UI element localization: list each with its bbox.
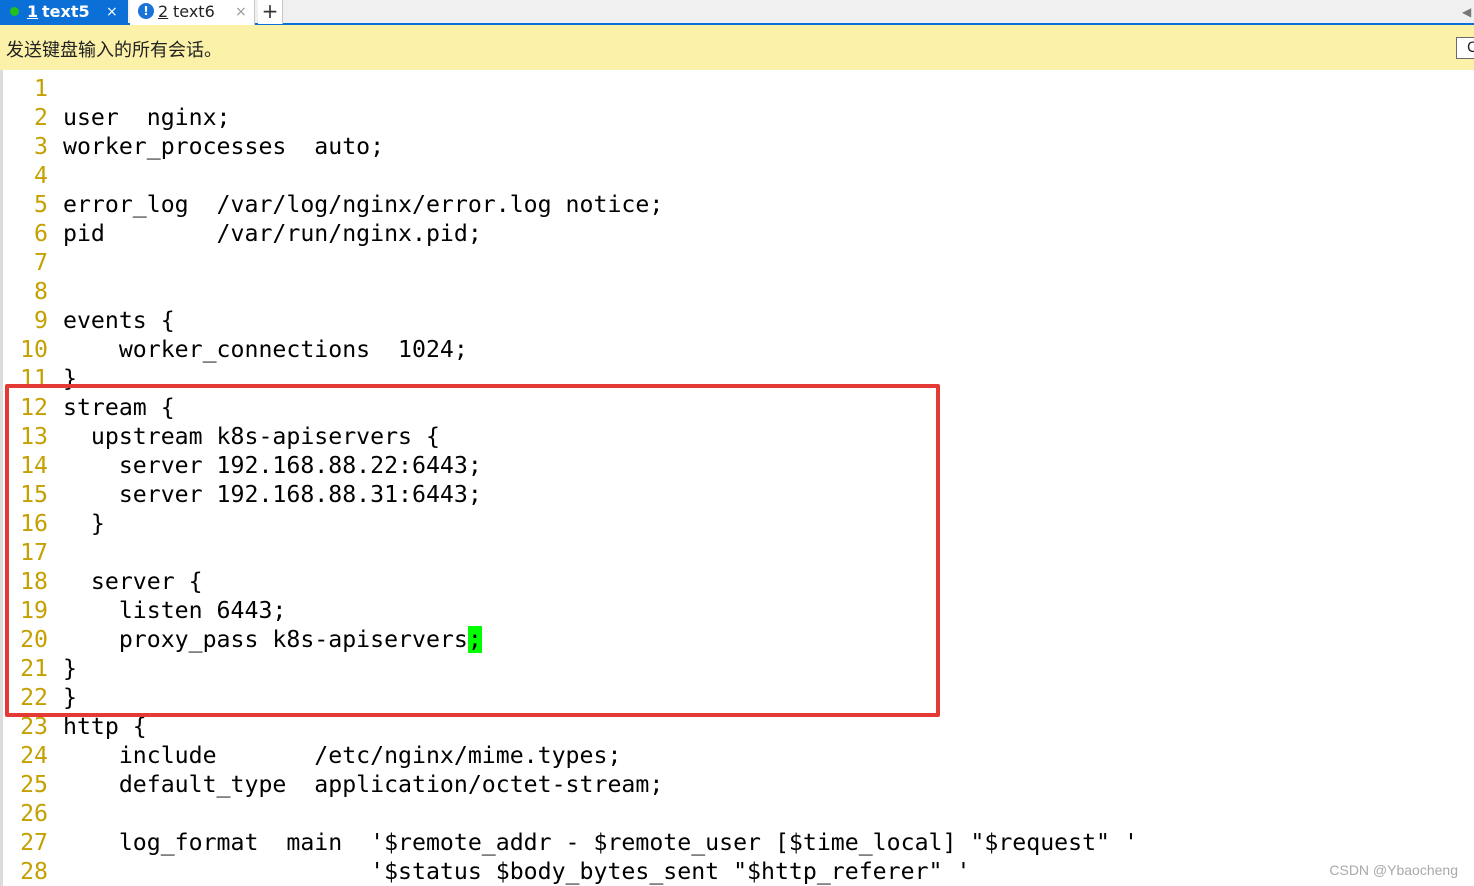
line-number: 1	[34, 75, 48, 102]
line-text: default_type application/octet-stream;	[63, 770, 663, 799]
line-number: 25	[20, 771, 48, 798]
line-number: 24	[20, 742, 48, 769]
watermark: CSDN @Ybaocheng	[1329, 862, 1458, 878]
line-text: worker_processes auto;	[63, 132, 384, 161]
line-number: 4	[34, 162, 48, 189]
line-number: 10	[20, 336, 48, 363]
line-number: 26	[20, 800, 48, 827]
text-editor[interactable]: 1 2 user nginx; 3 worker_processes auto; 4 5 er…	[0, 70, 1474, 886]
line-text: include /etc/nginx/mime.types;	[63, 741, 622, 770]
line-content: log_format main '$remote_addr - $remote_…	[63, 829, 1138, 856]
line-content: '$status $body_bytes_sent "$http_referer…	[63, 858, 971, 885]
line-content: user nginx;	[63, 104, 231, 131]
line-number: 5	[34, 191, 48, 218]
tab-bar: 1 text5 × ! 2 text6 × + ◀	[0, 0, 1474, 25]
line-number: 2	[34, 104, 48, 131]
line-text: user nginx;	[63, 103, 231, 132]
line-content: events {	[63, 307, 175, 334]
line-content: worker_connections 1024;	[63, 336, 468, 363]
line-number: 6	[34, 220, 48, 247]
chevron-left-icon[interactable]: ◀	[1462, 3, 1474, 21]
line-number: 28	[20, 858, 48, 885]
line-content: http {	[63, 713, 147, 740]
line-content: pid /var/run/nginx.pid;	[63, 220, 482, 247]
tab-number: 2	[158, 2, 169, 21]
line-text: events {	[63, 306, 175, 335]
tab-label: text6	[173, 2, 215, 21]
tab-number: 1	[27, 2, 39, 21]
line-content: include /etc/nginx/mime.types;	[63, 742, 622, 769]
tab-text6[interactable]: ! 2 text6 ×	[130, 0, 255, 25]
connected-status-icon	[10, 7, 19, 16]
line-number: 27	[20, 829, 48, 856]
line-text: worker_connections 1024;	[63, 335, 468, 364]
close-tab-icon[interactable]: ×	[106, 0, 118, 24]
notice-button[interactable]: C	[1456, 37, 1474, 59]
line-text: pid /var/run/nginx.pid;	[63, 219, 482, 248]
line-number: 3	[34, 133, 48, 160]
new-tab-button[interactable]: +	[258, 0, 283, 24]
line-text: log_format main '$remote_addr - $remote_…	[63, 828, 1138, 857]
line-text: '$status $body_bytes_sent "$http_referer…	[63, 857, 970, 886]
notice-text: 发送键盘输入的所有会话。	[6, 40, 222, 61]
line-content: error_log /var/log/nginx/error.log notic…	[63, 191, 664, 218]
line-text: error_log /var/log/nginx/error.log notic…	[63, 190, 663, 219]
red-highlight-box	[5, 384, 940, 717]
line-content: default_type application/octet-stream;	[63, 771, 664, 798]
close-tab-icon[interactable]: ×	[235, 0, 247, 24]
line-number: 9	[34, 307, 48, 334]
line-content: worker_processes auto;	[63, 133, 385, 160]
line-number: 8	[34, 278, 48, 305]
tab-text5[interactable]: 1 text5 ×	[0, 0, 128, 25]
warning-icon: !	[138, 3, 154, 19]
tab-label: text5	[42, 2, 90, 21]
send-to-all-sessions-bar: 发送键盘输入的所有会话。 C	[0, 25, 1474, 70]
line-number: 7	[34, 249, 48, 276]
